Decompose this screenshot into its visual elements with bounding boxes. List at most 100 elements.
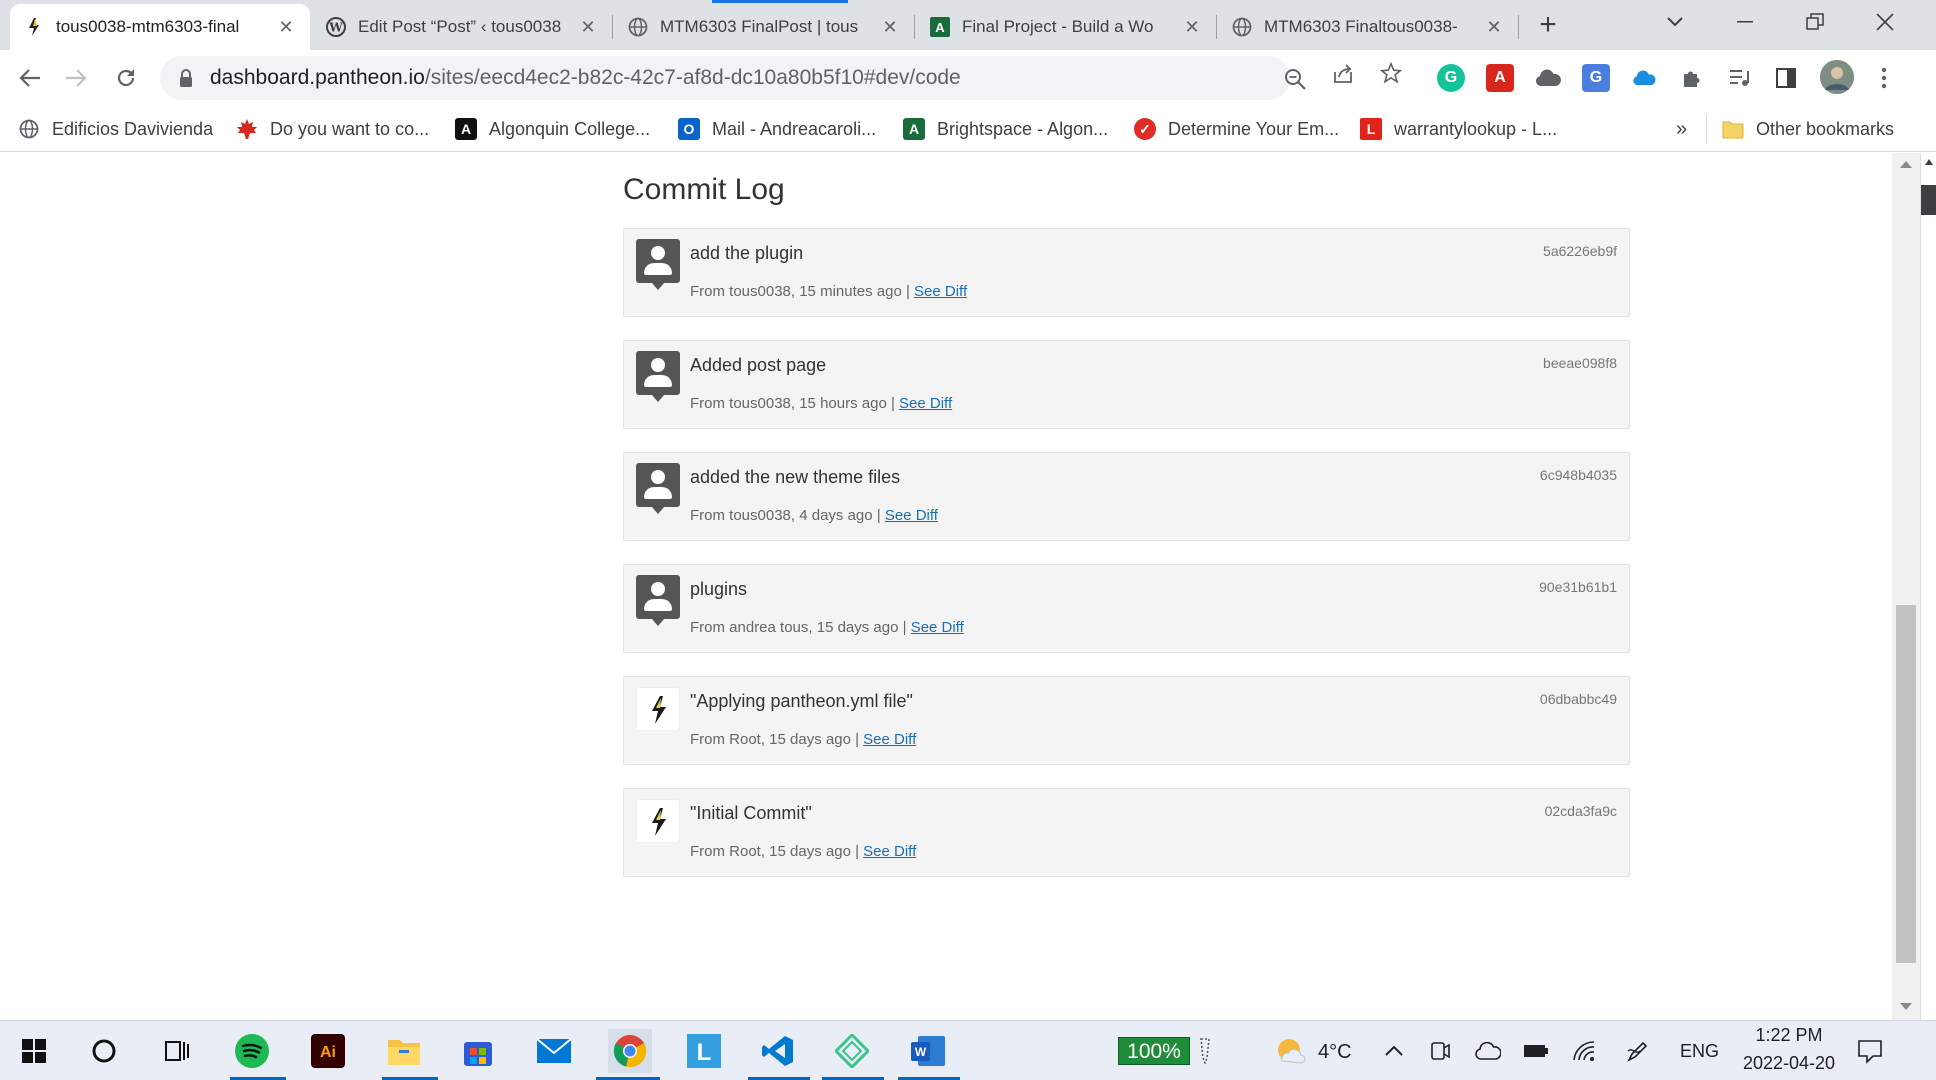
scrollbar-thumb[interactable] bbox=[1896, 605, 1916, 963]
menu-kebab-icon[interactable] bbox=[1870, 64, 1898, 92]
page-scrollbar[interactable] bbox=[1892, 153, 1920, 1020]
bookmark-item[interactable]: ✓ Determine Your Em... bbox=[1134, 114, 1339, 144]
side-panel-icon[interactable] bbox=[1772, 64, 1800, 92]
acrobat-icon[interactable]: A bbox=[1486, 64, 1514, 92]
windows-start-icon[interactable] bbox=[12, 1029, 56, 1073]
see-diff-link[interactable]: See Diff bbox=[899, 395, 952, 412]
clock-date[interactable]: 2022-04-20 bbox=[1732, 1053, 1846, 1074]
spotify-icon[interactable] bbox=[230, 1029, 274, 1073]
adobe-illustrator-icon[interactable]: Ai bbox=[306, 1029, 350, 1073]
bookmark-item[interactable]: O Mail - Andreacaroli... bbox=[678, 114, 876, 144]
see-diff-link[interactable]: See Diff bbox=[911, 619, 964, 636]
microsoft-store-icon[interactable] bbox=[456, 1029, 500, 1073]
meet-now-icon[interactable] bbox=[1418, 1029, 1462, 1073]
extensions-puzzle-icon[interactable] bbox=[1678, 64, 1706, 92]
vscode-icon[interactable] bbox=[756, 1029, 800, 1073]
chrome-icon[interactable] bbox=[608, 1029, 652, 1073]
close-tab-icon[interactable]: ✕ bbox=[276, 17, 296, 38]
task-view-icon[interactable] bbox=[154, 1029, 198, 1073]
close-window-button[interactable] bbox=[1850, 0, 1920, 44]
word-icon[interactable]: W bbox=[906, 1029, 950, 1073]
side-panel-edge bbox=[1920, 153, 1936, 1020]
notification-center-icon[interactable] bbox=[1848, 1029, 1892, 1073]
other-bookmarks-folder[interactable]: Other bookmarks bbox=[1722, 114, 1894, 144]
commit-hash[interactable]: 06dbabbc49 bbox=[1540, 691, 1617, 707]
tab-search-chevron-icon[interactable] bbox=[1640, 0, 1710, 44]
bookmark-item[interactable]: A Brightspace - Algon... bbox=[903, 114, 1108, 144]
new-tab-button[interactable]: + bbox=[1530, 8, 1566, 44]
profile-avatar[interactable] bbox=[1820, 60, 1854, 94]
bookmark-label: Algonquin College... bbox=[489, 118, 651, 139]
minimize-button[interactable] bbox=[1710, 0, 1780, 44]
close-tab-icon[interactable]: ✕ bbox=[1484, 17, 1504, 38]
close-tab-icon[interactable]: ✕ bbox=[880, 17, 900, 38]
gitkraken-icon[interactable] bbox=[830, 1029, 874, 1073]
lenovo-vantage-icon[interactable]: L bbox=[682, 1029, 726, 1073]
battery-percentage-badge[interactable]: 100% bbox=[1118, 1037, 1190, 1065]
commit-meta: From Root, 15 days ago | See Diff bbox=[690, 843, 916, 860]
panel-arrow[interactable] bbox=[1921, 153, 1936, 181]
weather-sun-icon[interactable] bbox=[1268, 1029, 1312, 1073]
see-diff-link[interactable]: See Diff bbox=[885, 507, 938, 524]
file-explorer-icon[interactable] bbox=[382, 1029, 426, 1073]
tab-finalpost[interactable]: MTM6303 FinalPost | tous ✕ bbox=[614, 4, 914, 50]
commit-author-time: From andrea tous, 15 days ago | bbox=[690, 619, 907, 636]
lock-icon[interactable] bbox=[178, 68, 194, 88]
share-icon[interactable] bbox=[1330, 60, 1356, 86]
pen-icon[interactable] bbox=[1190, 1029, 1220, 1073]
close-tab-icon[interactable]: ✕ bbox=[1182, 17, 1202, 38]
commit-message: "Applying pantheon.yml file" bbox=[690, 691, 913, 711]
onedrive-cloud-icon[interactable] bbox=[1466, 1029, 1510, 1073]
more-bookmarks-chevron-icon[interactable]: » bbox=[1676, 114, 1687, 144]
close-tab-icon[interactable]: ✕ bbox=[578, 17, 598, 38]
svg-text:Ai: Ai bbox=[320, 1044, 336, 1061]
forward-arrow-icon[interactable] bbox=[58, 60, 94, 96]
see-diff-link[interactable]: See Diff bbox=[914, 283, 967, 300]
commit-meta: From tous0038, 15 minutes ago | See Diff bbox=[690, 283, 967, 300]
tab-edit-post[interactable]: W Edit Post “Post” ‹ tous0038 ✕ bbox=[312, 4, 612, 50]
battery-icon[interactable] bbox=[1514, 1029, 1558, 1073]
wifi-icon[interactable] bbox=[1562, 1029, 1606, 1073]
brightspace-icon: A bbox=[903, 118, 925, 140]
language-indicator[interactable]: ENG bbox=[1680, 1041, 1719, 1062]
address-bar[interactable]: dashboard.pantheon.io/sites/eecd4ec2-b82… bbox=[160, 56, 1306, 100]
mail-icon[interactable] bbox=[532, 1029, 576, 1073]
tab-finaltous[interactable]: MTM6303 Finaltous0038- ✕ bbox=[1218, 4, 1518, 50]
bookmark-star-icon[interactable] bbox=[1378, 60, 1404, 86]
clock-time[interactable]: 1:22 PM bbox=[1746, 1025, 1832, 1046]
search-circle-icon[interactable] bbox=[82, 1029, 126, 1073]
bookmark-item[interactable]: Do you want to co... bbox=[236, 114, 429, 144]
tab-title: MTM6303 FinalPost | tous bbox=[660, 17, 859, 36]
url-text[interactable]: dashboard.pantheon.io/sites/eecd4ec2-b82… bbox=[210, 66, 961, 90]
bookmark-item[interactable]: A Algonquin College... bbox=[455, 114, 650, 144]
commit-message: add the plugin bbox=[690, 243, 804, 263]
restore-button[interactable] bbox=[1780, 0, 1850, 44]
commit-hash[interactable]: beeae098f8 bbox=[1543, 355, 1617, 371]
zoom-icon[interactable] bbox=[1282, 66, 1308, 92]
see-diff-link[interactable]: See Diff bbox=[863, 731, 916, 748]
cloud-icon[interactable] bbox=[1534, 64, 1562, 92]
onedrive-icon[interactable] bbox=[1630, 64, 1658, 92]
commit-row: plugins From andrea tous, 15 days ago | S… bbox=[623, 564, 1630, 653]
see-diff-link[interactable]: See Diff bbox=[863, 843, 916, 860]
commit-hash[interactable]: 5a6226eb9f bbox=[1543, 243, 1617, 259]
bookmark-item[interactable]: L warrantylookup - L... bbox=[1360, 114, 1557, 144]
scroll-up-arrow-icon[interactable] bbox=[1900, 161, 1912, 168]
commit-hash[interactable]: 6c948b4035 bbox=[1540, 467, 1617, 483]
commit-meta: From tous0038, 4 days ago | See Diff bbox=[690, 507, 938, 524]
grammarly-icon[interactable]: G bbox=[1437, 64, 1465, 92]
user-avatar-icon bbox=[636, 351, 680, 402]
scroll-down-arrow-icon[interactable] bbox=[1900, 1003, 1912, 1010]
pen-workspace-icon[interactable] bbox=[1616, 1029, 1660, 1073]
maple-leaf-icon bbox=[236, 118, 258, 140]
commit-hash[interactable]: 02cda3fa9c bbox=[1545, 803, 1617, 819]
commit-hash[interactable]: 90e31b61b1 bbox=[1539, 579, 1617, 595]
bookmark-item[interactable]: Edificios Davivienda bbox=[18, 114, 213, 144]
media-queue-icon[interactable] bbox=[1726, 64, 1754, 92]
back-arrow-icon[interactable] bbox=[12, 60, 48, 96]
reload-icon[interactable] bbox=[108, 60, 144, 96]
chevron-up-icon[interactable] bbox=[1372, 1029, 1416, 1073]
tab-pantheon[interactable]: tous0038-mtm6303-final ✕ bbox=[10, 4, 310, 50]
tab-final-project[interactable]: A Final Project - Build a Wo ✕ bbox=[916, 4, 1216, 50]
google-translate-icon[interactable]: G bbox=[1582, 64, 1610, 92]
